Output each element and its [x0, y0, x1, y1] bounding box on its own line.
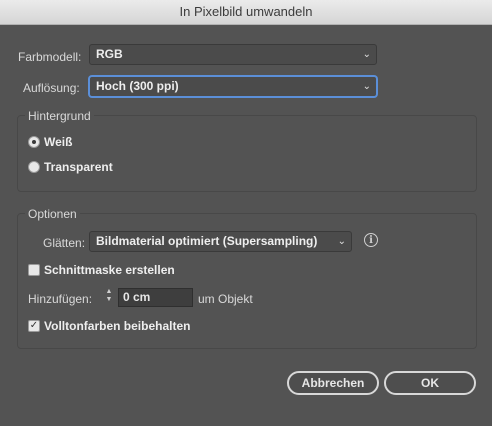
keep-spot-checkbox[interactable]: ✓ [28, 320, 40, 332]
clipping-mask-checkbox[interactable] [28, 264, 40, 276]
smoothing-select[interactable]: Bildmaterial optimiert (Supersampling) ⌄ [89, 231, 352, 252]
add-label: Hinzufügen: [28, 292, 93, 306]
keep-spot-label[interactable]: Volltonfarben beibehalten [44, 319, 190, 333]
add-suffix: um Objekt [198, 292, 253, 306]
color-model-value: RGB [96, 47, 123, 61]
radio-transparent[interactable] [28, 161, 40, 173]
ok-button[interactable]: OK [384, 371, 476, 395]
chevron-down-icon: ⌄ [362, 81, 371, 92]
background-group [17, 115, 477, 192]
smoothing-label: Glätten: [43, 236, 86, 250]
smoothing-value: Bildmaterial optimiert (Supersampling) [96, 234, 318, 248]
dialog-title: In Pixelbild umwandeln [0, 0, 492, 25]
chevron-down-icon: ⌄ [337, 236, 346, 247]
clipping-mask-label[interactable]: Schnittmaske erstellen [44, 263, 175, 277]
resolution-select[interactable]: Hoch (300 ppi) ⌄ [89, 76, 377, 97]
radio-white-label[interactable]: Weiß [44, 135, 72, 149]
background-group-title: Hintergrund [25, 109, 94, 123]
cancel-button[interactable]: Abbrechen [287, 371, 379, 395]
info-icon[interactable]: i [364, 233, 378, 247]
resolution-value: Hoch (300 ppi) [96, 79, 179, 93]
add-amount-field[interactable]: 0 cm [118, 288, 193, 307]
resolution-label: Auflösung: [23, 81, 80, 95]
radio-transparent-label[interactable]: Transparent [44, 160, 113, 174]
color-model-select[interactable]: RGB ⌄ [89, 44, 377, 65]
stepper-icon[interactable]: ▲ ▼ [104, 288, 114, 307]
color-model-label: Farbmodell: [18, 50, 82, 64]
radio-white[interactable] [28, 136, 40, 148]
options-group-title: Optionen [25, 207, 80, 221]
chevron-down-icon: ⌄ [362, 49, 371, 60]
